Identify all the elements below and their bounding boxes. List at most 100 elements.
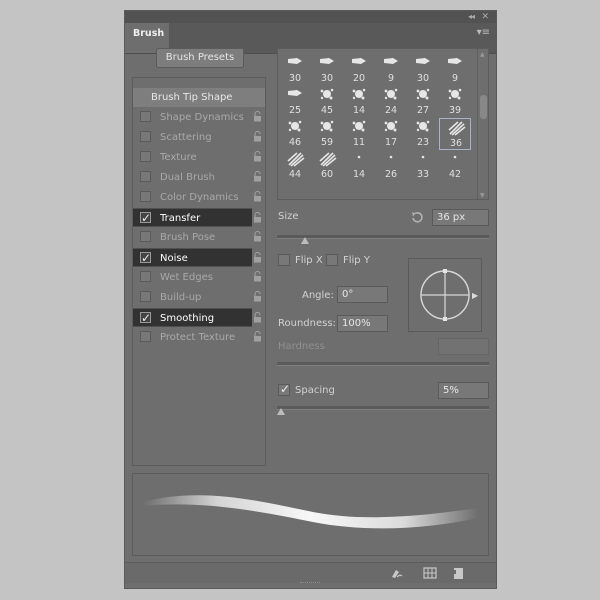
checkmark-icon: ✓ [141,251,152,265]
option-checkbox[interactable] [140,151,151,162]
brush-tip[interactable]: 9 [439,54,471,86]
option-checkbox[interactable] [140,331,151,342]
option-checkbox[interactable] [140,111,151,122]
double-chevron-icon[interactable]: ◂◂ [468,11,475,23]
lock-icon[interactable] [253,271,262,282]
brush-tip[interactable]: 24 [375,86,407,118]
angle-roundness-preview[interactable] [408,258,482,332]
brush-tip[interactable]: 26 [375,150,407,182]
brush-tip[interactable]: 45 [311,86,343,118]
scroll-up-icon[interactable]: ▲ [480,51,485,58]
brush-tip[interactable]: 14 [343,86,375,118]
brush-tip[interactable]: 14 [343,150,375,182]
brush-option-texture[interactable]: Texture [133,148,265,167]
brush-tip[interactable]: 30 [407,54,439,86]
brush-tip[interactable]: 30 [311,54,343,86]
lock-icon[interactable] [253,291,262,302]
brush-tip-size: 24 [384,105,398,116]
lock-icon[interactable] [253,171,262,182]
lock-icon[interactable] [253,131,262,142]
grid-icon[interactable] [423,566,437,580]
option-checkbox[interactable] [140,271,151,282]
spacing-checkbox[interactable]: ✓ [278,382,290,396]
brush-tip[interactable]: 39 [439,86,471,118]
lock-icon[interactable] [253,111,262,122]
lock-icon[interactable] [253,151,262,162]
brush-tip-size: 9 [451,73,459,84]
brush-option-label: Color Dynamics [160,192,239,203]
brush-tip[interactable]: 33 [407,150,439,182]
size-field[interactable]: 36 px [432,209,489,226]
flip-y-checkbox[interactable] [326,254,338,266]
spacing-field[interactable]: 5% [438,382,489,399]
reset-size-icon[interactable] [410,210,424,224]
brush-option-build-up[interactable]: Build-up [133,288,265,307]
brush-option-brush-pose[interactable]: Brush Pose [133,228,265,247]
brush-tip[interactable]: 11 [343,118,375,150]
brush-tip[interactable]: 27 [407,86,439,118]
resize-grip[interactable] [300,582,320,586]
brush-tip-selected[interactable]: 36 [439,118,471,150]
brush-option-shape-dynamics[interactable]: Shape Dynamics [133,108,265,127]
option-checkbox[interactable] [140,131,151,142]
spacing-slider-thumb[interactable] [277,408,286,415]
brush-tip-grid[interactable]: ▲ ▼ 30 30 20 9 30 9 25 45 14 24 27 39 46 59 11 17 23 36 44… [277,48,489,200]
brush-option-smoothing[interactable]: ✓ Smoothing [133,308,261,327]
lock-icon[interactable] [253,191,262,202]
option-checkbox[interactable]: ✓ [140,211,151,225]
grid-scrollbar[interactable]: ▲ ▼ [477,49,488,199]
brush-tip[interactable]: 59 [311,118,343,150]
brush-tip[interactable]: 46 [279,118,311,150]
brush-tip[interactable]: 23 [407,118,439,150]
brush-tip-size: 59 [320,137,334,148]
brush-option-color-dynamics[interactable]: Color Dynamics [133,188,265,207]
roundness-field[interactable]: 100% [337,315,388,332]
flip-x-checkbox[interactable] [278,254,290,266]
brush-tip[interactable]: 42 [439,150,471,182]
stroke-preview-image [143,495,478,529]
brush-tip-size: 17 [384,137,398,148]
lock-icon[interactable] [253,231,262,242]
option-checkbox[interactable] [140,231,151,242]
lock-icon[interactable] [253,212,262,223]
brush-option-transfer[interactable]: ✓ Transfer [133,208,261,227]
size-slider[interactable] [277,235,489,239]
brush-option-protect-texture[interactable]: Protect Texture [133,328,265,347]
brush-tip-size: 30 [320,73,334,84]
brush-tip[interactable]: 17 [375,118,407,150]
angle-field[interactable]: 0° [337,286,388,303]
lock-icon[interactable] [253,312,262,323]
size-slider-thumb[interactable] [300,237,309,244]
spacing-slider[interactable] [277,406,489,410]
option-checkbox[interactable]: ✓ [140,251,151,265]
brush-splatter-icon [320,120,334,132]
brush-tip[interactable]: 20 [343,54,375,86]
option-checkbox[interactable] [140,171,151,182]
brush-option-brush-tip-shape[interactable]: Brush Tip Shape [133,88,265,107]
brush-option-scattering[interactable]: Scattering [133,128,265,147]
brush-option-noise[interactable]: ✓ Noise [133,248,261,267]
brush-tip-size: 45 [320,105,334,116]
panel-menu-icon[interactable]: ▾≡ [477,27,490,38]
brush-option-dual-brush[interactable]: Dual Brush [133,168,265,187]
scroll-down-icon[interactable]: ▼ [480,192,485,199]
new-page-icon[interactable] [451,566,465,580]
lock-icon[interactable] [253,331,262,342]
option-checkbox[interactable] [140,291,151,302]
brush-tip[interactable]: 60 [311,150,343,182]
lock-icon[interactable] [253,252,262,263]
option-checkbox[interactable] [140,191,151,202]
angle-roundness-widget[interactable] [409,259,481,331]
brush-tip[interactable]: 9 [375,54,407,86]
brush-option-wet-edges[interactable]: Wet Edges [133,268,265,287]
brush-tip[interactable]: 25 [279,86,311,118]
scroll-thumb[interactable] [480,95,487,119]
brush-tip[interactable]: 44 [279,150,311,182]
brush-tip-size: 60 [320,169,334,180]
close-icon[interactable]: ✕ [481,11,489,23]
angle-arrow-icon[interactable]: ▶ [472,291,478,300]
brush-tip[interactable]: 30 [279,54,311,86]
brush-presets-button[interactable]: Brush Presets [156,48,244,68]
brush-preview-icon[interactable] [390,566,404,580]
option-checkbox[interactable]: ✓ [140,311,151,325]
